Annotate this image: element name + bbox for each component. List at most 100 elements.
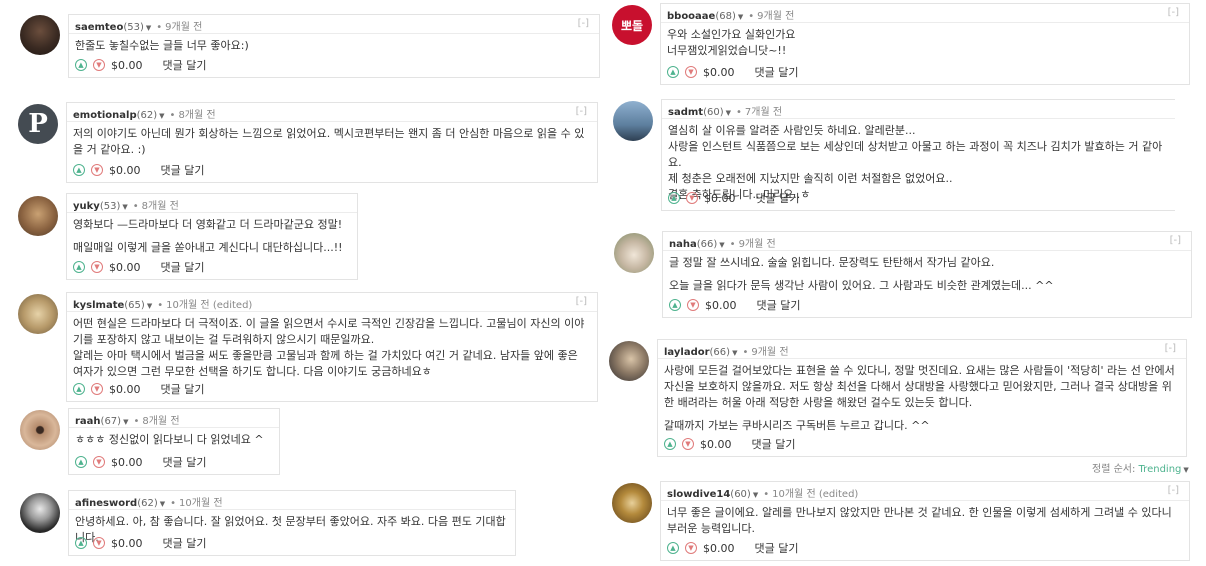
- author-name[interactable]: laylador: [664, 347, 710, 358]
- sort-value[interactable]: Trending: [1139, 464, 1182, 475]
- timestamp[interactable]: 9개월: [739, 239, 764, 250]
- downvote-icon[interactable]: ▼: [91, 164, 103, 176]
- reply-button[interactable]: 댓글 달기: [756, 190, 800, 206]
- reply-button[interactable]: 댓글 달기: [163, 454, 207, 470]
- author-name[interactable]: afinesword: [75, 498, 137, 509]
- upvote-icon[interactable]: ▲: [669, 299, 681, 311]
- chevron-down-icon[interactable]: ▼: [738, 13, 743, 21]
- downvote-icon[interactable]: ▼: [685, 542, 697, 554]
- upvote-icon[interactable]: ▲: [668, 192, 680, 204]
- timestamp[interactable]: 10개월: [179, 498, 210, 509]
- chevron-down-icon[interactable]: ▼: [123, 418, 128, 426]
- comment-header: sadmt(60) ▼ • 7개월 전: [668, 103, 782, 118]
- timestamp[interactable]: 8개월: [142, 201, 167, 212]
- chevron-down-icon[interactable]: ▼: [147, 302, 152, 310]
- reply-button[interactable]: 댓글 달기: [161, 381, 205, 397]
- reply-button[interactable]: 댓글 달기: [755, 64, 799, 80]
- avatar[interactable]: [20, 15, 60, 55]
- avatar[interactable]: [609, 341, 649, 381]
- reply-button[interactable]: 댓글 달기: [161, 162, 205, 178]
- downvote-icon[interactable]: ▼: [687, 299, 699, 311]
- reply-button[interactable]: 댓글 달기: [755, 540, 799, 556]
- avatar[interactable]: [18, 196, 58, 236]
- author-name[interactable]: yuky: [73, 201, 100, 212]
- sort-control[interactable]: 정렬 순서: Trending ▼: [1092, 460, 1189, 475]
- timestamp[interactable]: 8개월: [142, 416, 167, 427]
- reply-button[interactable]: 댓글 달기: [757, 297, 801, 313]
- chevron-down-icon[interactable]: ▼: [726, 109, 731, 117]
- payout-value[interactable]: $0.00: [704, 192, 736, 205]
- upvote-icon[interactable]: ▲: [73, 261, 85, 273]
- payout-value[interactable]: $0.00: [111, 59, 143, 72]
- payout-value[interactable]: $0.00: [703, 542, 735, 555]
- timestamp[interactable]: 9개월: [751, 347, 776, 358]
- chevron-down-icon[interactable]: ▼: [159, 112, 164, 120]
- upvote-icon[interactable]: ▲: [75, 456, 87, 468]
- upvote-icon[interactable]: ▲: [667, 66, 679, 78]
- author-name[interactable]: sadmt: [668, 107, 703, 118]
- avatar[interactable]: P: [18, 104, 58, 144]
- downvote-icon[interactable]: ▼: [91, 383, 103, 395]
- collapse-toggle[interactable]: [-]: [576, 296, 587, 307]
- avatar[interactable]: [18, 294, 58, 334]
- downvote-icon[interactable]: ▼: [91, 261, 103, 273]
- timestamp[interactable]: 10개월: [166, 300, 197, 311]
- collapse-toggle[interactable]: [-]: [1168, 485, 1179, 496]
- avatar[interactable]: [20, 493, 60, 533]
- payout-value[interactable]: $0.00: [703, 66, 735, 79]
- payout-value[interactable]: $0.00: [109, 261, 141, 274]
- timestamp[interactable]: 7개월: [745, 107, 770, 118]
- upvote-icon[interactable]: ▲: [75, 59, 87, 71]
- downvote-icon[interactable]: ▼: [93, 537, 105, 549]
- avatar[interactable]: [612, 483, 652, 523]
- upvote-icon[interactable]: ▲: [75, 537, 87, 549]
- avatar[interactable]: [614, 233, 654, 273]
- author-name[interactable]: slowdive14: [667, 489, 730, 500]
- payout-value[interactable]: $0.00: [109, 164, 141, 177]
- author-name[interactable]: saemteo: [75, 22, 123, 33]
- upvote-icon[interactable]: ▲: [664, 438, 676, 450]
- payout-value[interactable]: $0.00: [700, 438, 732, 451]
- reply-button[interactable]: 댓글 달기: [161, 259, 205, 275]
- author-name[interactable]: raah: [75, 416, 101, 427]
- chevron-down-icon[interactable]: ▼: [146, 24, 151, 32]
- author-name[interactable]: bbooaae: [667, 11, 715, 22]
- timestamp[interactable]: 9개월: [165, 22, 190, 33]
- reply-button[interactable]: 댓글 달기: [163, 57, 207, 73]
- reply-button[interactable]: 댓글 달기: [752, 436, 796, 452]
- chevron-down-icon[interactable]: ▼: [753, 491, 758, 499]
- avatar[interactable]: [613, 101, 653, 141]
- chevron-down-icon[interactable]: ▼: [719, 241, 724, 249]
- avatar[interactable]: 뽀돌: [612, 5, 652, 45]
- chevron-down-icon[interactable]: ▼: [160, 500, 165, 508]
- upvote-icon[interactable]: ▲: [73, 383, 85, 395]
- collapse-toggle[interactable]: [-]: [1165, 343, 1176, 354]
- payout-value[interactable]: $0.00: [111, 456, 143, 469]
- downvote-icon[interactable]: ▼: [93, 59, 105, 71]
- downvote-icon[interactable]: ▼: [685, 66, 697, 78]
- collapse-toggle[interactable]: [-]: [576, 106, 587, 117]
- chevron-down-icon[interactable]: ▼: [1183, 466, 1188, 474]
- downvote-icon[interactable]: ▼: [93, 456, 105, 468]
- timestamp[interactable]: 10개월: [772, 489, 803, 500]
- author-name[interactable]: emotionalp: [73, 110, 137, 121]
- author-name[interactable]: naha: [669, 239, 697, 250]
- collapse-toggle[interactable]: [-]: [1168, 7, 1179, 18]
- upvote-icon[interactable]: ▲: [73, 164, 85, 176]
- author-name[interactable]: kyslmate: [73, 300, 124, 311]
- avatar[interactable]: [20, 410, 60, 450]
- reply-button[interactable]: 댓글 달기: [163, 535, 207, 551]
- timestamp[interactable]: 8개월: [178, 110, 203, 121]
- divider: [67, 212, 357, 213]
- downvote-icon[interactable]: ▼: [682, 438, 694, 450]
- payout-value[interactable]: $0.00: [109, 383, 141, 396]
- downvote-icon[interactable]: ▼: [686, 192, 698, 204]
- collapse-toggle[interactable]: [-]: [1170, 235, 1181, 246]
- upvote-icon[interactable]: ▲: [667, 542, 679, 554]
- chevron-down-icon[interactable]: ▼: [122, 203, 127, 211]
- collapse-toggle[interactable]: [-]: [578, 18, 589, 29]
- chevron-down-icon[interactable]: ▼: [732, 349, 737, 357]
- payout-value[interactable]: $0.00: [111, 537, 143, 550]
- payout-value[interactable]: $0.00: [705, 299, 737, 312]
- timestamp[interactable]: 9개월: [757, 11, 782, 22]
